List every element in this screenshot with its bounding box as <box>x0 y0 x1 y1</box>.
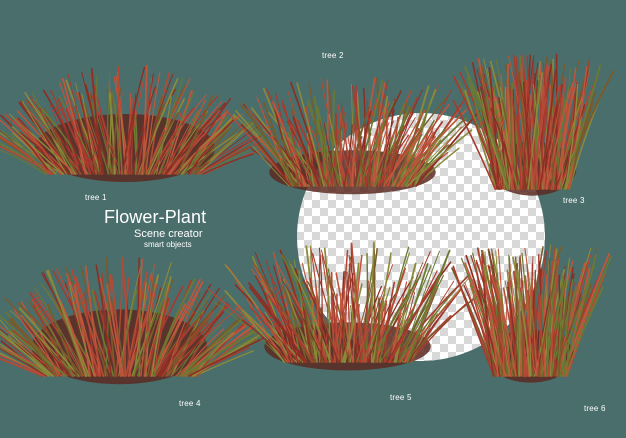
plant-label-4: tree 4 <box>179 399 201 408</box>
preview-canvas: Flower-Plant Scene creator smart objects… <box>0 0 626 438</box>
plant-label-6: tree 6 <box>584 404 606 413</box>
plant-label-5: tree 5 <box>390 393 412 402</box>
plant-label-2: tree 2 <box>322 51 344 60</box>
heading: Flower-Plant Scene creator smart objects <box>104 207 207 249</box>
plant-label-1: tree 1 <box>85 193 107 202</box>
tree-1-bush-icon <box>0 64 264 182</box>
page-title: Flower-Plant <box>104 207 207 227</box>
subtitle: Scene creator <box>134 228 203 240</box>
tagline: smart objects <box>144 240 192 249</box>
artwork <box>0 53 615 385</box>
plant-label-3: tree 3 <box>563 196 585 205</box>
tree-4-bush-icon <box>0 256 266 385</box>
